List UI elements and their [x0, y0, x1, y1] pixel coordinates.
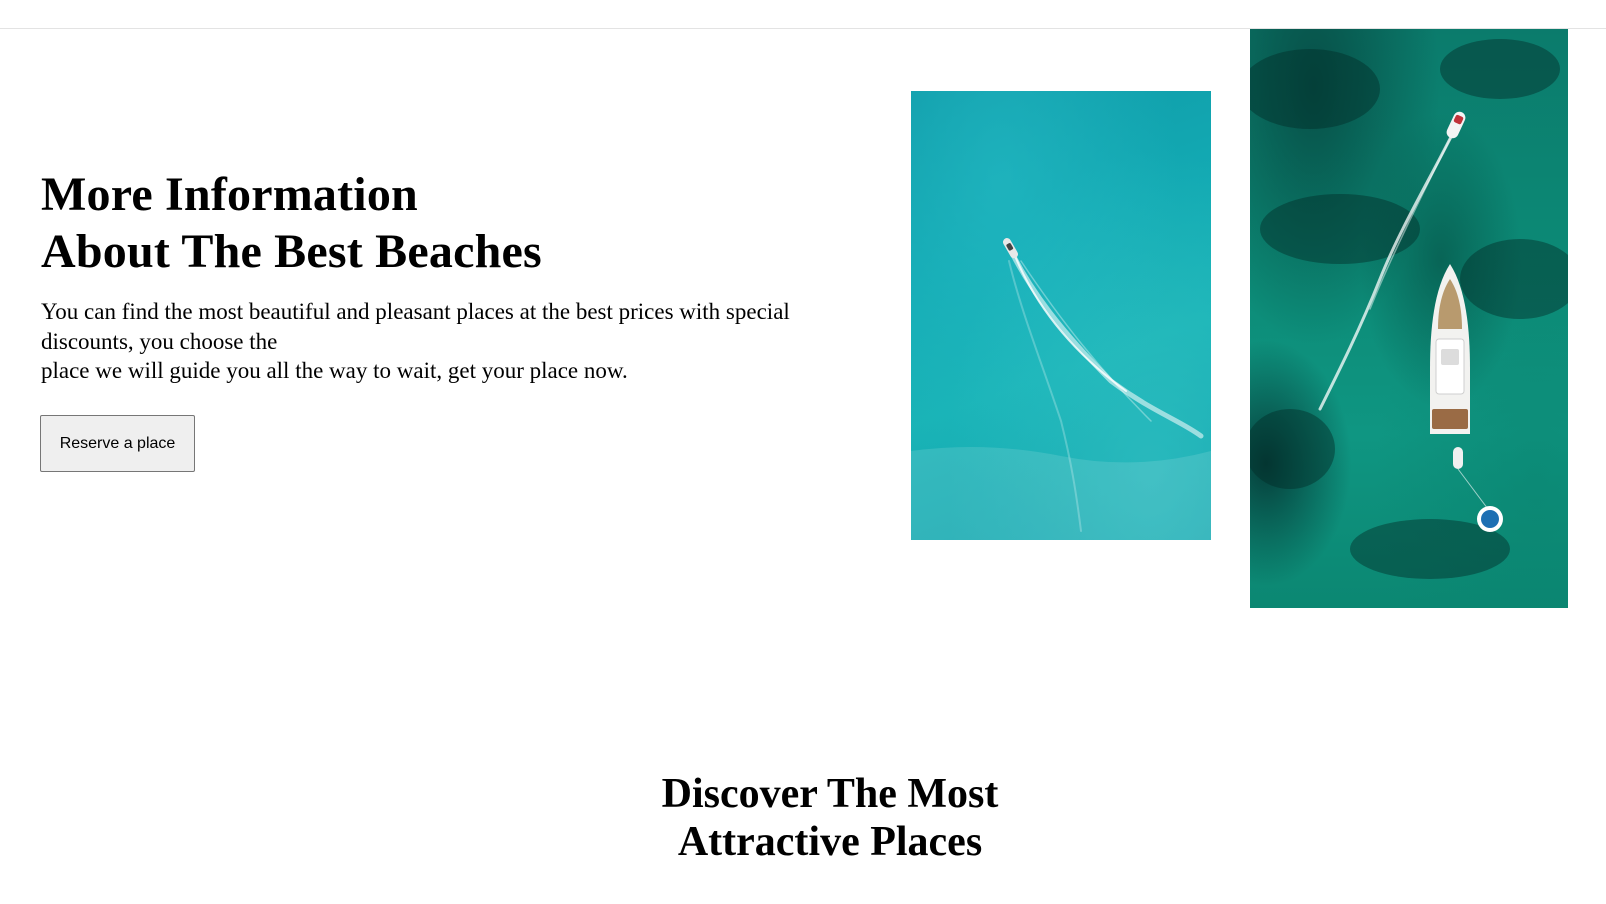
section-title-line1: Discover The Most [661, 771, 999, 817]
section-title-line2: Attractive Places [677, 819, 983, 865]
speedboat-illustration [911, 238, 1211, 540]
hero-title-line1: More Information [41, 168, 418, 221]
yacht-illustration [1250, 39, 1568, 579]
aerial-yacht-photo [1250, 29, 1568, 608]
hero-title-line2: About The Best Beaches [41, 225, 542, 278]
reserve-place-button[interactable]: Reserve a place [40, 415, 195, 472]
hero-title: More Information About The Best Beaches [41, 166, 542, 280]
section-title: Discover The Most Attractive Places [530, 770, 1130, 866]
hero-description: You can find the most beautiful and plea… [41, 297, 861, 386]
hero-description-line1: You can find the most beautiful and plea… [41, 299, 790, 354]
aerial-speedboat-photo [911, 91, 1211, 540]
hero-description-line2: place we will guide you all the way to w… [41, 358, 628, 383]
page: More Information About The Best Beaches … [0, 0, 1606, 904]
